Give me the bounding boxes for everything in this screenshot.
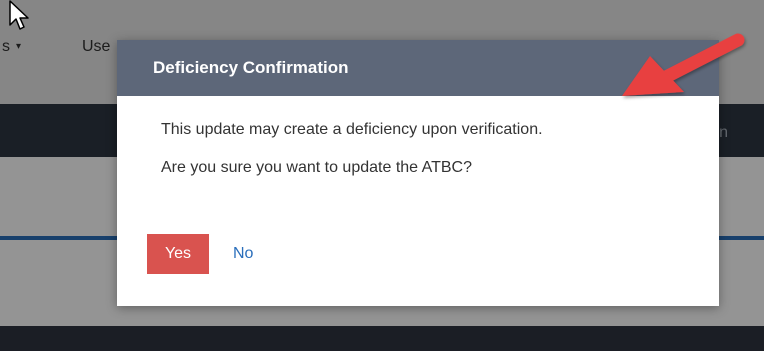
mouse-pointer-icon bbox=[9, 0, 29, 30]
red-arrow-icon bbox=[622, 33, 745, 96]
